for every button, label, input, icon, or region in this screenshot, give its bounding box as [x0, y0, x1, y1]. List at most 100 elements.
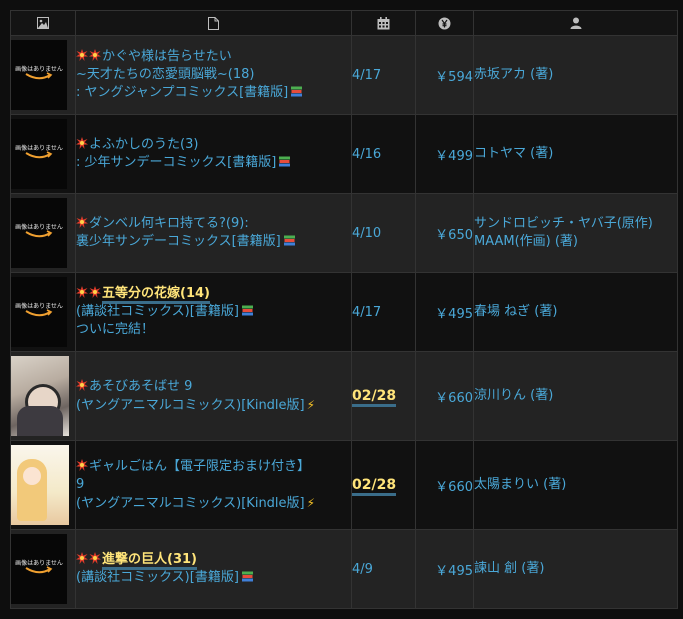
price-value: ￥495	[435, 563, 473, 579]
book-release-table: 画像はありません かぐや様は告らせたい ~天才たちの恋愛頭脳戦~(18) : ヤングジ…	[10, 10, 678, 609]
user-icon	[570, 17, 581, 29]
title-cell[interactable]: 進撃の巨人(31) (講談社コミックス)[書籍版]	[75, 529, 352, 609]
title-line[interactable]: 9	[76, 477, 84, 492]
date-column-header[interactable]	[351, 10, 416, 36]
release-date: 4/9	[352, 561, 373, 577]
price-column-header[interactable]	[415, 10, 474, 36]
table-row[interactable]: 画像はありません ダンベル何キロ持てる?(9): 裏少年サンデーコミックス[書籍版]…	[10, 193, 678, 273]
table-row[interactable]: 画像はありません 五等分の花嫁(14) (講談社コミックス)[書籍版] ついに完結！ 4…	[10, 272, 678, 352]
new-burst-icon	[76, 216, 88, 228]
author-cell[interactable]: サンドロビッチ・ヤバ子(原作) MAAM(作画) (著)	[473, 193, 678, 273]
smile-arrow-logo	[25, 151, 53, 159]
books-icon	[283, 235, 295, 246]
author-cell[interactable]: 太陽まりい (著)	[473, 440, 678, 530]
title-line[interactable]: ついに完結！	[76, 322, 154, 337]
date-cell: 4/9	[351, 529, 416, 609]
title-highlight[interactable]: 五等分の花嫁(14)	[102, 286, 210, 304]
image-column-header[interactable]	[10, 10, 76, 36]
image-icon	[37, 17, 49, 29]
title-lead	[76, 458, 89, 474]
smile-arrow-logo	[25, 230, 53, 238]
title-line[interactable]: (ヤングアニマルコミックス)[Kindle版]	[76, 496, 305, 511]
author-cell[interactable]: コトヤマ (著)	[473, 114, 678, 194]
author-cell[interactable]: 赤坂アカ (著)	[473, 35, 678, 115]
table-row[interactable]: ギャルごはん【電子限定おまけ付き】 9 (ヤングアニマルコミックス)[Kindle版…	[10, 440, 678, 530]
title-cell[interactable]: 五等分の花嫁(14) (講談社コミックス)[書籍版] ついに完結！	[75, 272, 352, 352]
date-cell: 4/10	[351, 193, 416, 273]
document-icon	[208, 16, 219, 30]
date-cell: 4/17	[351, 272, 416, 352]
title-line[interactable]: (講談社コミックス)[書籍版]	[76, 304, 239, 319]
cover-cell[interactable]	[10, 440, 76, 530]
price-cell: ￥660	[415, 440, 474, 530]
title-line[interactable]: (講談社コミックス)[書籍版]	[76, 570, 239, 585]
title-cell[interactable]: よふかしのうた(3) : 少年サンデーコミックス[書籍版]	[75, 114, 352, 194]
title-lead	[76, 286, 102, 301]
price-cell: ￥660	[415, 351, 474, 441]
cover-art	[47, 451, 65, 511]
cover-cell[interactable]: 画像はありません	[10, 193, 76, 273]
no-image-placeholder[interactable]: 画像はありません	[11, 198, 67, 268]
author-name[interactable]: サンドロビッチ・ヤバ子(原作)	[474, 216, 653, 231]
new-burst-icon	[76, 378, 88, 391]
author-column-header[interactable]	[473, 10, 678, 36]
author-name[interactable]: 赤坂アカ (著)	[474, 67, 553, 82]
author-name[interactable]: 太陽まりい (著)	[474, 477, 566, 492]
title-lead	[76, 552, 102, 567]
table-row[interactable]: 画像はありません かぐや様は告らせたい ~天才たちの恋愛頭脳戦~(18) : ヤングジ…	[10, 35, 678, 115]
no-image-placeholder[interactable]: 画像はありません	[11, 119, 67, 189]
title-line[interactable]: : 少年サンデーコミックス[書籍版]	[76, 155, 276, 170]
author-name[interactable]: 春場 ねぎ (著)	[474, 304, 557, 319]
title-line[interactable]: ギャルごはん【電子限定おまけ付き】	[89, 459, 310, 474]
date-cell: 02/28	[351, 440, 416, 530]
cover-cell[interactable]: 画像はありません	[10, 529, 76, 609]
title-cell[interactable]: ダンベル何キロ持てる?(9): 裏少年サンデーコミックス[書籍版]	[75, 193, 352, 273]
title-line[interactable]: あそびあそばせ 9	[89, 379, 192, 394]
release-date: 02/28	[352, 477, 397, 496]
author-name[interactable]: MAAM(作画) (著)	[474, 234, 578, 249]
calendar-icon	[377, 16, 390, 29]
title-highlight[interactable]: 進撃の巨人(31)	[102, 552, 197, 570]
title-line[interactable]: (ヤングアニマルコミックス)[Kindle版]	[76, 398, 305, 413]
title-line[interactable]: よふかしのうた(3)	[89, 137, 198, 152]
cover-image[interactable]	[11, 445, 69, 525]
new-burst-icon	[89, 286, 101, 298]
new-burst-icon	[89, 49, 101, 61]
no-image-placeholder[interactable]: 画像はありません	[11, 277, 67, 347]
table-row[interactable]: あそびあそばせ 9 (ヤングアニマルコミックス)[Kindle版] ⚡ 02/28 ￥6…	[10, 351, 678, 441]
title-line[interactable]: ~天才たちの恋愛頭脳戦~(18)	[76, 67, 254, 82]
table-row[interactable]: 画像はありません よふかしのうた(3): 少年サンデーコミックス[書籍版] 4/16…	[10, 114, 678, 194]
author-cell[interactable]: 涼川りん (著)	[473, 351, 678, 441]
release-date: 4/17	[352, 304, 382, 320]
title-line[interactable]: : ヤングジャンプコミックス[書籍版]	[76, 85, 288, 100]
release-date: 02/28	[352, 388, 397, 407]
price-cell: ￥650	[415, 193, 474, 273]
release-date: 4/17	[352, 67, 382, 83]
books-icon	[279, 156, 291, 167]
table-row[interactable]: 画像はありません 進撃の巨人(31) (講談社コミックス)[書籍版] 4/9 ￥495 諫…	[10, 529, 678, 609]
title-column-header[interactable]	[75, 10, 352, 36]
title-line[interactable]: かぐや様は告らせたい	[102, 49, 232, 64]
author-cell[interactable]: 春場 ねぎ (著)	[473, 272, 678, 352]
no-image-placeholder[interactable]: 画像はありません	[11, 534, 67, 604]
author-name[interactable]: コトヤマ (著)	[474, 146, 553, 161]
no-image-placeholder[interactable]: 画像はありません	[11, 40, 67, 110]
kindle-bolt-icon: ⚡	[306, 495, 316, 510]
books-icon	[291, 86, 303, 97]
title-line[interactable]: 裏少年サンデーコミックス[書籍版]	[76, 234, 281, 249]
title-line[interactable]: ダンベル何キロ持てる?(9):	[89, 216, 249, 231]
cover-cell[interactable]	[10, 351, 76, 441]
cover-cell[interactable]: 画像はありません	[10, 114, 76, 194]
author-name[interactable]: 諫山 創 (著)	[474, 561, 544, 576]
cover-cell[interactable]: 画像はありません	[10, 272, 76, 352]
cover-art	[23, 467, 41, 485]
cover-image[interactable]	[11, 356, 69, 436]
title-cell[interactable]: ギャルごはん【電子限定おまけ付き】 9 (ヤングアニマルコミックス)[Kindle版…	[75, 440, 352, 530]
title-cell[interactable]: かぐや様は告らせたい ~天才たちの恋愛頭脳戦~(18) : ヤングジャンプコミックス…	[75, 35, 352, 115]
author-name[interactable]: 涼川りん (著)	[474, 388, 553, 403]
author-cell[interactable]: 諫山 創 (著)	[473, 529, 678, 609]
title-cell[interactable]: あそびあそばせ 9 (ヤングアニマルコミックス)[Kindle版] ⚡	[75, 351, 352, 441]
cover-cell[interactable]: 画像はありません	[10, 35, 76, 115]
books-icon	[241, 305, 253, 316]
price-cell: ￥495	[415, 272, 474, 352]
